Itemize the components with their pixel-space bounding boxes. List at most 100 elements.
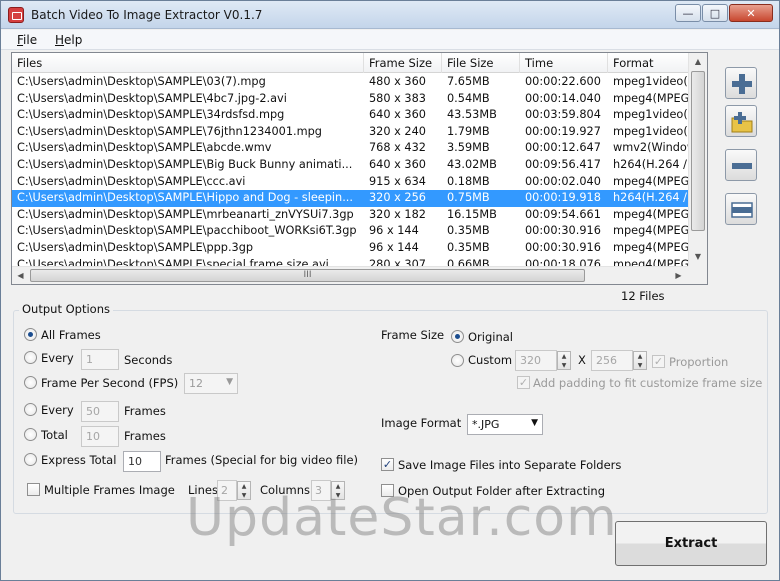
horizontal-scrollbar[interactable]: ◀ III ▶ xyxy=(12,266,688,284)
close-button[interactable]: ✕ xyxy=(729,4,773,22)
scroll-up-icon[interactable]: ▲ xyxy=(689,53,707,70)
every-seconds-label[interactable]: Every xyxy=(41,351,74,365)
table-cell-format: mpeg4(MPEG- xyxy=(613,207,688,221)
table-cell-format: mpeg4(MPEG- xyxy=(613,224,688,238)
image-format-select[interactable]: *.JPG ▼ xyxy=(467,414,543,435)
save-separate-folders-label[interactable]: Save Image Files into Separate Folders xyxy=(398,458,621,472)
table-cell-file: C:\Users\admin\Desktop\SAMPLE\4bc7.jpg-2… xyxy=(17,91,287,105)
scroll-right-icon[interactable]: ▶ xyxy=(670,267,687,284)
proportion-checkbox[interactable]: ✓ xyxy=(652,355,665,368)
custom-height-input[interactable]: 256 xyxy=(591,350,633,371)
table-row[interactable]: C:\Users\admin\Desktop\SAMPLE\Hippo and … xyxy=(12,190,688,207)
table-cell-frame-size: 320 x 240 xyxy=(369,124,426,138)
file-rows: C:\Users\admin\Desktop\SAMPLE\03(7).mpg 4… xyxy=(12,74,688,267)
table-row[interactable]: C:\Users\admin\Desktop\SAMPLE\pacchiboot… xyxy=(12,223,688,240)
column-header-format[interactable]: Format xyxy=(608,53,688,73)
every-seconds-radio[interactable] xyxy=(24,351,37,364)
column-header-frame-size[interactable]: Frame Size xyxy=(364,53,442,73)
original-size-label[interactable]: Original xyxy=(468,330,513,344)
express-total-radio[interactable] xyxy=(24,453,37,466)
every-frames-input[interactable]: 50 xyxy=(81,401,119,422)
title-bar[interactable]: Batch Video To Image Extractor V0.1.7 — … xyxy=(1,1,779,29)
table-cell-time: 00:00:14.040 xyxy=(525,91,601,105)
proportion-label[interactable]: Proportion xyxy=(669,355,728,369)
table-cell-file-size: 0.35MB xyxy=(447,240,490,254)
chevron-down-icon: ▼ xyxy=(531,418,538,428)
minimize-button[interactable]: — xyxy=(675,4,701,22)
all-frames-label[interactable]: All Frames xyxy=(41,328,101,342)
column-header-files[interactable]: Files xyxy=(12,53,364,73)
table-cell-format: mpeg1video(M xyxy=(613,124,688,138)
remove-file-button[interactable] xyxy=(725,149,757,181)
table-row[interactable]: C:\Users\admin\Desktop\SAMPLE\76jthn1234… xyxy=(12,124,688,141)
extract-button[interactable]: Extract xyxy=(615,521,767,566)
table-cell-file-size: 43.02MB xyxy=(447,157,497,171)
every-frames-label[interactable]: Every xyxy=(41,403,74,417)
add-folder-button[interactable] xyxy=(725,105,757,137)
table-row[interactable]: C:\Users\admin\Desktop\SAMPLE\Big Buck B… xyxy=(12,157,688,174)
express-total-label[interactable]: Express Total xyxy=(41,453,116,467)
table-row[interactable]: C:\Users\admin\Desktop\SAMPLE\abcde.wmv 7… xyxy=(12,140,688,157)
clear-all-button[interactable] xyxy=(725,193,757,225)
watermark-text: UpdateStar.com xyxy=(186,488,618,548)
column-header-time[interactable]: Time xyxy=(520,53,608,73)
scroll-left-icon[interactable]: ◀ xyxy=(12,267,29,284)
table-cell-frame-size: 640 x 360 xyxy=(369,157,426,171)
table-cell-frame-size: 480 x 360 xyxy=(369,75,426,88)
original-size-radio[interactable] xyxy=(451,330,464,343)
save-separate-folders-checkbox[interactable]: ✓ xyxy=(381,458,394,471)
custom-size-label[interactable]: Custom xyxy=(468,353,512,367)
menu-file[interactable]: File xyxy=(17,33,37,47)
horizontal-scroll-thumb[interactable]: III xyxy=(30,269,585,282)
custom-width-input[interactable]: 320 xyxy=(515,350,557,371)
add-padding-checkbox[interactable]: ✓ xyxy=(517,376,530,389)
table-cell-time: 00:00:22.600 xyxy=(525,75,601,88)
column-header-file-size[interactable]: File Size xyxy=(442,53,520,73)
table-row[interactable]: C:\Users\admin\Desktop\SAMPLE\mrbeanarti… xyxy=(12,207,688,224)
multiple-frames-checkbox[interactable] xyxy=(27,483,40,496)
table-cell-file: C:\Users\admin\Desktop\SAMPLE\mrbeanarti… xyxy=(17,207,354,221)
fps-select[interactable]: 12 ▼ xyxy=(184,373,238,394)
all-frames-radio[interactable] xyxy=(24,328,37,341)
vertical-scrollbar[interactable]: ▲ ▼ xyxy=(688,53,707,266)
multiple-frames-label[interactable]: Multiple Frames Image xyxy=(44,483,175,497)
add-padding-label[interactable]: Add padding to fit customize frame size xyxy=(533,376,762,390)
table-cell-frame-size: 320 x 182 xyxy=(369,207,426,221)
table-cell-file: C:\Users\admin\Desktop\SAMPLE\ccc.avi xyxy=(17,174,246,188)
express-total-input[interactable]: 10 xyxy=(123,451,161,472)
total-frames-radio[interactable] xyxy=(24,428,37,441)
clear-all-icon xyxy=(731,202,753,218)
table-cell-format: wmv2(Window xyxy=(613,141,688,155)
custom-height-stepper[interactable]: ▲ ▼ xyxy=(633,351,647,370)
fps-label[interactable]: Frame Per Second (FPS) xyxy=(41,376,178,390)
add-files-button[interactable] xyxy=(725,67,757,99)
table-cell-file: C:\Users\admin\Desktop\SAMPLE\pacchiboot… xyxy=(17,224,357,238)
table-row[interactable]: C:\Users\admin\Desktop\SAMPLE\4bc7.jpg-2… xyxy=(12,91,688,108)
express-total-hint: Frames (Special for big video file) xyxy=(165,453,359,467)
image-format-label: Image Format xyxy=(381,416,462,430)
table-row[interactable]: C:\Users\admin\Desktop\SAMPLE\03(7).mpg 4… xyxy=(12,74,688,91)
custom-width-stepper[interactable]: ▲ ▼ xyxy=(557,351,571,370)
custom-size-radio[interactable] xyxy=(451,354,464,367)
table-row[interactable]: C:\Users\admin\Desktop\SAMPLE\ccc.avi 915… xyxy=(12,174,688,191)
every-seconds-input[interactable]: 1 xyxy=(81,349,119,370)
table-cell-file: C:\Users\admin\Desktop\SAMPLE\34rdsfsd.m… xyxy=(17,108,285,122)
table-cell-format: mpeg4(MPEG- xyxy=(613,174,688,188)
table-cell-file: C:\Users\admin\Desktop\SAMPLE\Big Buck B… xyxy=(17,157,353,171)
table-row[interactable]: C:\Users\admin\Desktop\SAMPLE\ppp.3gp 96 … xyxy=(12,240,688,257)
table-row[interactable]: C:\Users\admin\Desktop\SAMPLE\34rdsfsd.m… xyxy=(12,107,688,124)
every-frames-radio[interactable] xyxy=(24,403,37,416)
table-cell-time: 00:00:19.927 xyxy=(525,124,601,138)
table-cell-format: mpeg1video(M xyxy=(613,108,688,122)
total-frames-input[interactable]: 10 xyxy=(81,426,119,447)
vertical-scroll-thumb[interactable] xyxy=(691,71,705,231)
table-cell-file-size: 1.79MB xyxy=(447,124,490,138)
maximize-button[interactable]: □ xyxy=(702,4,728,22)
table-cell-time: 00:09:56.417 xyxy=(525,157,601,171)
table-cell-format: mpeg4(MPEG- xyxy=(613,91,688,105)
total-frames-label[interactable]: Total xyxy=(41,428,68,442)
menu-help[interactable]: Help xyxy=(55,33,82,47)
scroll-down-icon[interactable]: ▼ xyxy=(689,248,707,265)
fps-radio[interactable] xyxy=(24,376,37,389)
file-list[interactable]: Files Frame Size File Size Time Format C… xyxy=(11,52,708,285)
